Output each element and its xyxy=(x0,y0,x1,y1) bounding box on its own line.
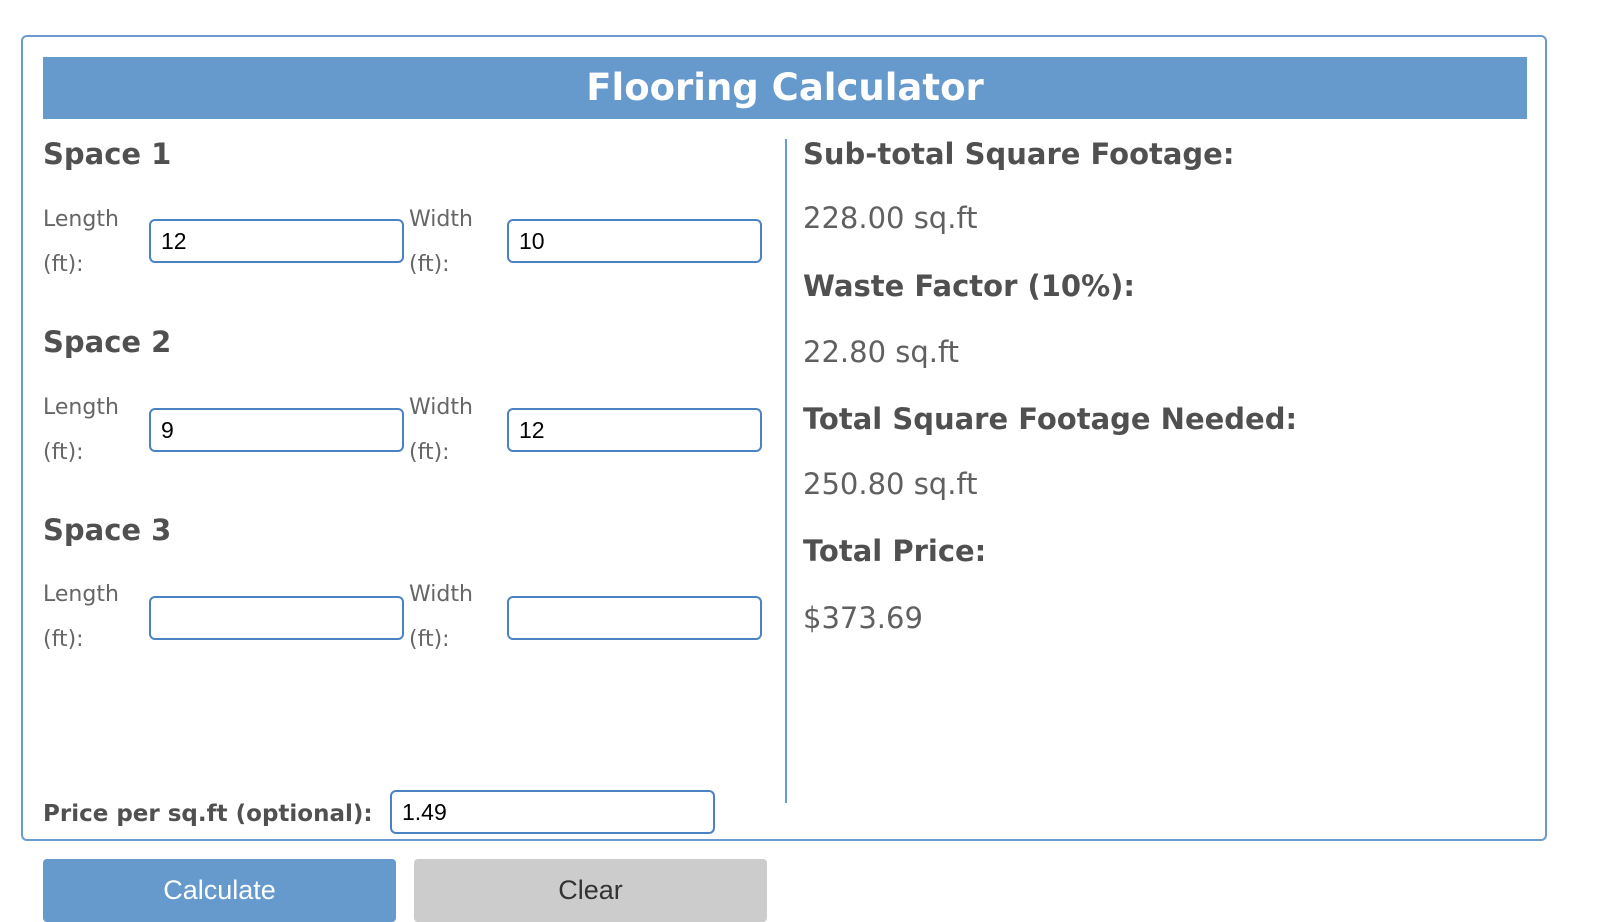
space-1-width-label-line2: (ft): xyxy=(409,252,450,277)
space-3-width-label-line1: Width xyxy=(409,582,473,607)
space-1-width-input[interactable] xyxy=(507,219,762,263)
calculate-button[interactable]: Calculate xyxy=(43,859,396,922)
space-3-width-label: Width (ft): xyxy=(409,572,509,662)
waste-factor-value: 22.80 sq.ft xyxy=(803,335,960,369)
space-3-width-label-line2: (ft): xyxy=(409,627,450,652)
space-2-width-input[interactable] xyxy=(507,408,762,452)
space-3-width-input[interactable] xyxy=(507,596,762,640)
subtotal-value: 228.00 sq.ft xyxy=(803,201,978,235)
space-3-length-label-line2: (ft): xyxy=(43,627,84,652)
space-2-width-label-line2: (ft): xyxy=(409,440,450,465)
space-1-width-label: Width (ft): xyxy=(409,197,509,287)
total-sqft-label: Total Square Footage Needed: xyxy=(803,402,1298,436)
waste-factor-label: Waste Factor (10%): xyxy=(803,269,1135,303)
space-3-title: Space 3 xyxy=(43,513,172,547)
space-3-length-label-line1: Length xyxy=(43,582,119,607)
space-2-width-label-line1: Width xyxy=(409,395,473,420)
space-1-length-label: Length (ft): xyxy=(43,197,143,287)
space-2-length-input[interactable] xyxy=(149,408,404,452)
section-divider xyxy=(785,139,787,803)
subtotal-label: Sub-total Square Footage: xyxy=(803,137,1235,171)
space-3-length-label: Length (ft): xyxy=(43,572,143,662)
price-per-sqft-label: Price per sq.ft (optional): xyxy=(43,801,373,827)
space-2-length-label-line2: (ft): xyxy=(43,440,84,465)
total-sqft-value: 250.80 sq.ft xyxy=(803,467,978,501)
space-1-length-label-line2: (ft): xyxy=(43,252,84,277)
space-1-length-input[interactable] xyxy=(149,219,404,263)
calculator-panel: Flooring Calculator Space 1 Length (ft):… xyxy=(21,35,1547,922)
space-3-length-input[interactable] xyxy=(149,596,404,640)
input-section: Space 1 Length (ft): Width (ft): Space 2… xyxy=(43,137,767,922)
total-price-label: Total Price: xyxy=(803,534,987,568)
calculator-title: Flooring Calculator xyxy=(43,57,1527,119)
price-per-sqft-input[interactable] xyxy=(390,790,715,834)
space-2-length-label: Length (ft): xyxy=(43,385,143,475)
space-1-width-label-line1: Width xyxy=(409,207,473,232)
space-1-length-label-line1: Length xyxy=(43,207,119,232)
clear-button[interactable]: Clear xyxy=(414,859,767,922)
total-price-value: $373.69 xyxy=(803,601,923,635)
space-2-width-label: Width (ft): xyxy=(409,385,509,475)
space-1-title: Space 1 xyxy=(43,137,172,171)
space-2-length-label-line1: Length xyxy=(43,395,119,420)
space-2-title: Space 2 xyxy=(43,325,172,359)
